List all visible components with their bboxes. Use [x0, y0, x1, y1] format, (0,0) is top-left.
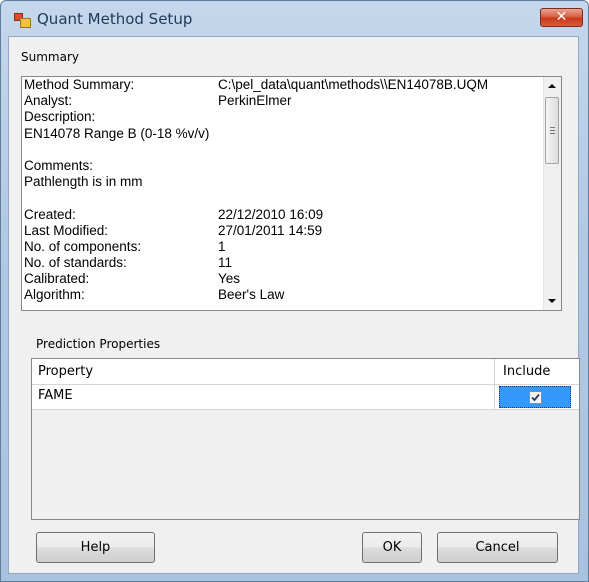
summary-content: Method Summary: C:\pel_data\quant\methods…: [24, 77, 544, 310]
app-icon: [14, 13, 31, 28]
prediction-properties-grid[interactable]: Property Include FAME: [31, 358, 580, 520]
summary-line-key: Method Summary:: [24, 77, 135, 92]
summary-line-key: No. of standards:: [24, 255, 127, 271]
summary-line: Comments:: [24, 158, 544, 174]
scroll-down-arrow-icon[interactable]: [548, 299, 556, 303]
summary-line: Created: 22/12/2010 16:09: [24, 207, 544, 223]
scrollbar-thumb[interactable]: [545, 97, 559, 164]
title-bar[interactable]: Quant Method Setup ✕: [1, 1, 588, 35]
summary-line: No. of standards: 11: [24, 255, 544, 271]
summary-line-key: Calibrated:: [24, 271, 90, 287]
include-checkbox[interactable]: [529, 391, 542, 404]
table-row[interactable]: FAME: [32, 385, 579, 410]
summary-line-key: Description:: [24, 109, 96, 125]
help-button[interactable]: Help: [36, 532, 155, 563]
summary-line-value: 22/12/2010 16:09: [218, 206, 324, 222]
scroll-up-arrow-icon[interactable]: [548, 84, 556, 88]
summary-group-label: Summary: [21, 50, 79, 64]
summary-scrollbar[interactable]: [543, 77, 561, 310]
summary-line: EN14078 Range B (0-18 %v/v): [24, 126, 544, 142]
summary-line-value: Beer's Law: [218, 287, 285, 303]
summary-line-value: 11: [218, 255, 233, 271]
summary-line-key: Comments:: [24, 157, 94, 173]
summary-line: Algorithm: Beer's Law: [24, 287, 544, 303]
summary-line: Pathlength is in mm: [24, 174, 544, 190]
summary-line-key: Last Modified:: [24, 222, 109, 238]
cancel-button[interactable]: Cancel: [437, 532, 558, 563]
close-button[interactable]: ✕: [540, 8, 583, 27]
window-title: Quant Method Setup: [37, 10, 193, 28]
column-header-include[interactable]: Include: [495, 359, 579, 385]
summary-line: [24, 190, 544, 206]
ok-button[interactable]: OK: [362, 532, 422, 563]
summary-line-key: Created:: [24, 206, 76, 222]
summary-line-value: Yes: [218, 271, 241, 287]
summary-line-value: PerkinElmer: [218, 93, 292, 109]
property-cell[interactable]: FAME: [32, 385, 495, 409]
summary-line: [24, 142, 544, 158]
column-header-property[interactable]: Property: [32, 359, 495, 385]
include-cell[interactable]: [499, 386, 571, 408]
summary-text-box[interactable]: Method Summary: C:\pel_data\quant\methods…: [21, 76, 562, 311]
summary-line: Calibrated: Yes: [24, 271, 544, 287]
summary-line-key: Pathlength is in mm: [24, 174, 143, 190]
summary-line-value: C:\pel_data\quant\methods\\EN14078B.UQM: [218, 77, 489, 92]
prediction-group-label: Prediction Properties: [36, 337, 161, 351]
summary-line: Analyst: PerkinElmer: [24, 93, 544, 109]
summary-line: Last Modified: 27/01/2011 14:59: [24, 223, 544, 239]
summary-line: Description:: [24, 109, 544, 125]
summary-line: Method Summary: C:\pel_data\quant\methods…: [24, 77, 544, 93]
summary-line-key: No. of components:: [24, 238, 142, 254]
summary-line-key: EN14078 Range B (0-18 %v/v): [24, 125, 210, 141]
summary-line-value: 27/01/2011 14:59: [218, 222, 323, 238]
checkmark-icon: [531, 393, 540, 402]
summary-line-key: Algorithm:: [24, 287, 85, 303]
summary-line-value: 1: [218, 238, 226, 254]
summary-line-key: Analyst:: [24, 93, 73, 109]
summary-line: No. of components: 1: [24, 239, 544, 255]
